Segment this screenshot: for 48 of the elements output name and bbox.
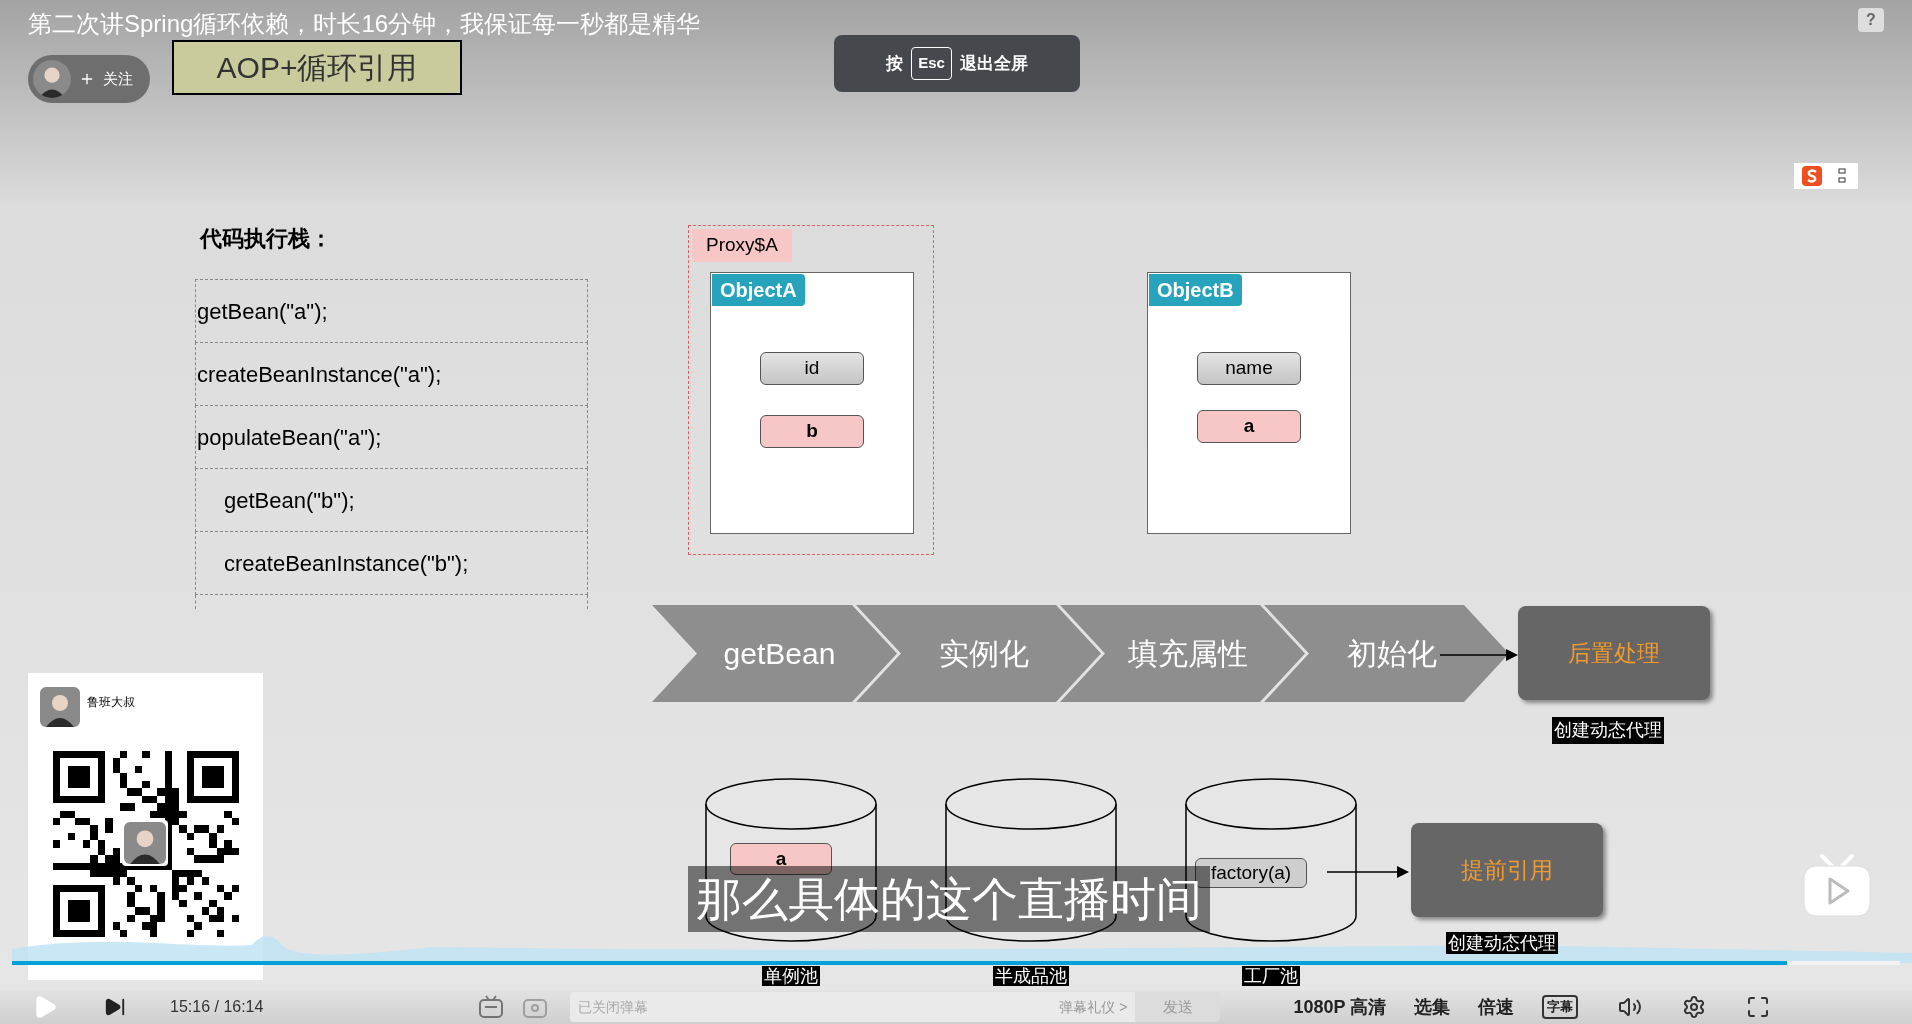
field-pill: id xyxy=(760,352,864,385)
settings-icon[interactable] xyxy=(1682,995,1707,1019)
stack-title: 代码执行栈： xyxy=(200,225,332,253)
box-caption: 创建动态代理 xyxy=(1446,932,1558,954)
proxy-label: Proxy$A xyxy=(692,229,792,262)
video-title: 第二次讲Spring循环依赖，时长16分钟，我保证每一秒都是精华 xyxy=(28,9,701,39)
object-title: ObjectA xyxy=(712,274,805,306)
playback-time: 15:16 / 16:14 xyxy=(170,997,264,1017)
input-method-icon xyxy=(1802,166,1822,186)
slide-heading: AOP+循环引用 xyxy=(172,40,462,95)
esc-key: Esc xyxy=(911,47,952,80)
fullscreen-icon[interactable] xyxy=(1746,995,1771,1019)
volume-icon[interactable] xyxy=(1618,995,1643,1019)
box-caption: 创建动态代理 xyxy=(1552,717,1664,744)
input-placeholder: 已关闭弹幕 xyxy=(578,997,650,1017)
help-button[interactable]: ? xyxy=(1858,8,1884,32)
stack-frame: getBean("b"); xyxy=(195,468,588,532)
quality-button[interactable]: 1080P 高清 xyxy=(1293,993,1387,1021)
hint-text: 按 xyxy=(886,52,904,75)
field-pill: a xyxy=(1197,410,1301,443)
plus-icon xyxy=(79,71,95,87)
stack-frame: createBeanInstance("b"); xyxy=(195,531,588,595)
next-icon[interactable] xyxy=(104,996,126,1018)
pool-label: 工厂池 xyxy=(1242,966,1300,986)
menu-dots-icon xyxy=(1838,168,1846,184)
field-pill: a xyxy=(730,843,832,875)
uploader-avatar xyxy=(33,60,71,98)
hint-text: 退出全屏 xyxy=(959,52,1028,75)
qr-center-avatar xyxy=(124,822,166,864)
object-title: ObjectB xyxy=(1149,274,1242,306)
speed-button[interactable]: 倍速 xyxy=(1478,993,1515,1021)
stack-frame: getBean("a"); xyxy=(195,279,588,343)
pool-label: 单例池 xyxy=(762,966,820,986)
danmaku-toggle-icon[interactable] xyxy=(478,995,505,1019)
process-box: 提前引用 xyxy=(1411,823,1603,917)
process-box: 后置处理 xyxy=(1518,606,1710,700)
contact-avatar xyxy=(40,687,80,727)
stack-frame: populateBean("a"); xyxy=(195,405,588,469)
field-pill: b xyxy=(760,415,864,448)
tv-play-icon xyxy=(1802,852,1872,918)
episodes-button[interactable]: 选集 xyxy=(1414,993,1451,1021)
contact-name: 鲁班大叔 xyxy=(87,694,135,711)
field-pill: name xyxy=(1197,352,1301,385)
stack-frame: createBeanInstance("a"); xyxy=(195,342,588,406)
follow-button[interactable]: 关注 xyxy=(28,55,150,103)
pipeline-step: 初始化 xyxy=(1264,605,1509,702)
subtitle-button[interactable]: 字幕 xyxy=(1542,995,1579,1019)
pool-label: 半成品池 xyxy=(993,966,1069,986)
